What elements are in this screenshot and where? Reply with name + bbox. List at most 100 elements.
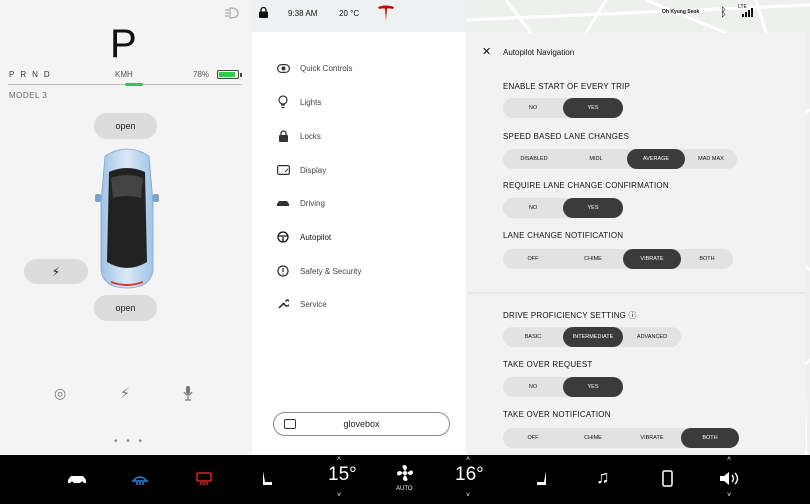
page-dots[interactable]: • • •	[114, 436, 145, 447]
option-average[interactable]: AVERAGE	[627, 149, 685, 169]
volume-up-icon[interactable]: ˄	[727, 456, 731, 463]
fan-icon[interactable]	[396, 464, 414, 482]
setting-label-take-over-notification: TAKE OVER NOTIFICATION	[503, 410, 611, 419]
glovebox-icon	[284, 419, 296, 429]
segmented-control-drive-proficiency-setting: BASIC INTERMEDIATE ADVANCED	[503, 327, 681, 347]
alert-icon	[276, 264, 290, 278]
tesla-logo-icon[interactable]	[377, 4, 395, 22]
option-midl[interactable]: MIDL	[565, 149, 627, 169]
lightning-icon: ⚡︎	[51, 264, 61, 279]
gear-r: R	[20, 70, 33, 79]
option-no[interactable]: NO	[503, 377, 563, 397]
option-off[interactable]: OFF	[503, 428, 563, 448]
option-yes[interactable]: YES	[563, 98, 623, 118]
seat-left-icon[interactable]	[261, 470, 273, 487]
segmented-control-require-lane-change-confirmation: NO YES	[503, 198, 623, 218]
option-basic[interactable]: BASIC	[503, 327, 563, 347]
frunk-open-button[interactable]: open	[94, 113, 157, 139]
panel-title: Autopilot Navigation	[503, 48, 575, 57]
segmented-control-enable-start-of-every-trip: NO YES	[503, 98, 623, 118]
right-temperature[interactable]: 16°	[455, 464, 484, 486]
speed-indicator	[125, 83, 143, 86]
option-vibrate[interactable]: VIBRATE	[623, 249, 681, 269]
seat-right-icon[interactable]	[536, 470, 548, 487]
option-yes[interactable]: YES	[563, 377, 623, 397]
info-icon[interactable]: ⓘ	[626, 311, 637, 320]
option-no[interactable]: NO	[503, 98, 563, 118]
vehicle-panel: P PRND KMH 78% MODEL 3 open ⚡︎ open ◎ ⚡︎…	[0, 0, 252, 455]
menu-item-autopilot[interactable]: Autopilot	[276, 230, 331, 244]
segmented-control-take-over-notification: OFF CHIME VIBRATE BOTH	[503, 428, 739, 448]
camera-icon[interactable]: ◎	[54, 385, 66, 402]
fan-mode-label: AUTO	[396, 486, 413, 492]
lock-icon[interactable]	[259, 7, 268, 18]
menu-item-driving[interactable]: Driving	[276, 196, 325, 210]
charge-port-button[interactable]: ⚡︎	[24, 259, 88, 284]
music-icon[interactable]: ♫	[596, 467, 610, 488]
right-temp-up-icon[interactable]: ˄	[466, 456, 470, 463]
microphone-icon[interactable]	[183, 385, 193, 404]
left-temp-up-icon[interactable]: ˄	[337, 456, 341, 463]
left-temp-down-icon[interactable]: ˅	[337, 492, 341, 499]
steering-wheel-icon	[276, 230, 290, 244]
menu-item-service[interactable]: Service	[276, 297, 327, 311]
lock-icon	[276, 129, 290, 143]
segmented-control-speed-based-lane-changes: DISABLED MIDL AVERAGE MAD MAX	[503, 149, 737, 169]
menu-item-display[interactable]: Display	[276, 163, 326, 177]
left-temperature[interactable]: 15°	[328, 464, 357, 486]
option-both[interactable]: BOTH	[681, 249, 733, 269]
option-disabled[interactable]: DISABLED	[503, 149, 565, 169]
close-icon[interactable]: ✕	[482, 45, 491, 58]
defrost-front-icon[interactable]	[131, 472, 149, 486]
headlight-icon[interactable]	[224, 6, 242, 20]
option-no[interactable]: NO	[503, 198, 563, 218]
wrench-icon	[276, 297, 290, 311]
gear-p: P	[9, 70, 21, 79]
car-top-view	[95, 148, 159, 289]
menu-item-quick-controls[interactable]: Quick Controls	[276, 61, 352, 75]
option-advanced[interactable]: ADVANCED	[623, 327, 681, 347]
speed-unit: KMH	[115, 70, 133, 79]
option-yes[interactable]: YES	[563, 198, 623, 218]
trunk-open-button[interactable]: open	[94, 295, 157, 321]
outside-temperature: 20 °C	[339, 9, 360, 18]
setting-label-require-lane-change-confirmation: REQUIRE LANE CHANGE CONFIRMATION	[503, 181, 669, 190]
defrost-rear-icon[interactable]	[195, 472, 213, 486]
bluetooth-icon[interactable]: ᛒ	[720, 5, 727, 19]
menu-item-lights[interactable]: Lights	[276, 95, 321, 109]
glovebox-button[interactable]: glovebox	[273, 412, 450, 436]
menu-item-safety-security[interactable]: Safety & Security	[276, 264, 361, 278]
volume-down-icon[interactable]: ˅	[727, 492, 731, 499]
car-icon[interactable]	[67, 473, 87, 485]
volume-icon[interactable]	[719, 471, 743, 486]
user-profile[interactable]: Oh Kyung Seok	[662, 9, 699, 15]
clock: 9:38 AM	[288, 9, 318, 18]
option-off[interactable]: OFF	[503, 249, 563, 269]
lightning-icon[interactable]: ⚡︎	[120, 385, 130, 402]
setting-label-enable-start-of-every-trip: ENABLE START OF EVERY TRIP	[503, 82, 631, 91]
gear-selector: PRND	[9, 70, 56, 79]
model-name: MODEL 3	[9, 91, 48, 100]
phone-icon[interactable]	[662, 470, 673, 487]
option-both[interactable]: BOTH	[681, 428, 739, 448]
option-intermediate[interactable]: INTERMEDIATE	[563, 327, 623, 347]
car-icon	[276, 196, 290, 210]
setting-label-lane-change-notification: LANE CHANGE NOTIFICATION	[503, 231, 624, 240]
display-icon	[276, 163, 290, 177]
gear-d: D	[43, 70, 56, 79]
setting-label-speed-based-lane-changes: SPEED BASED LANE CHANGES	[503, 132, 630, 141]
menu-item-locks[interactable]: Locks	[276, 129, 321, 143]
battery-percent: 78%	[193, 70, 210, 79]
toggle-icon	[276, 61, 290, 75]
section-divider	[467, 292, 806, 294]
option-chime[interactable]: CHIME	[563, 249, 623, 269]
setting-label-drive-proficiency-setting: DRIVE PROFICIENCY SETTING ⓘ	[503, 311, 637, 320]
option-vibrate[interactable]: VIBRATE	[623, 428, 681, 448]
current-gear: P	[110, 22, 137, 66]
option-mad-max[interactable]: MAD MAX	[685, 149, 737, 169]
right-temp-down-icon[interactable]: ˅	[466, 492, 470, 499]
segmented-control-take-over-request: NO YES	[503, 377, 623, 397]
setting-label-take-over-request: TAKE OVER REQUEST	[503, 360, 593, 369]
option-chime[interactable]: CHIME	[563, 428, 623, 448]
gear-n: N	[32, 70, 44, 79]
